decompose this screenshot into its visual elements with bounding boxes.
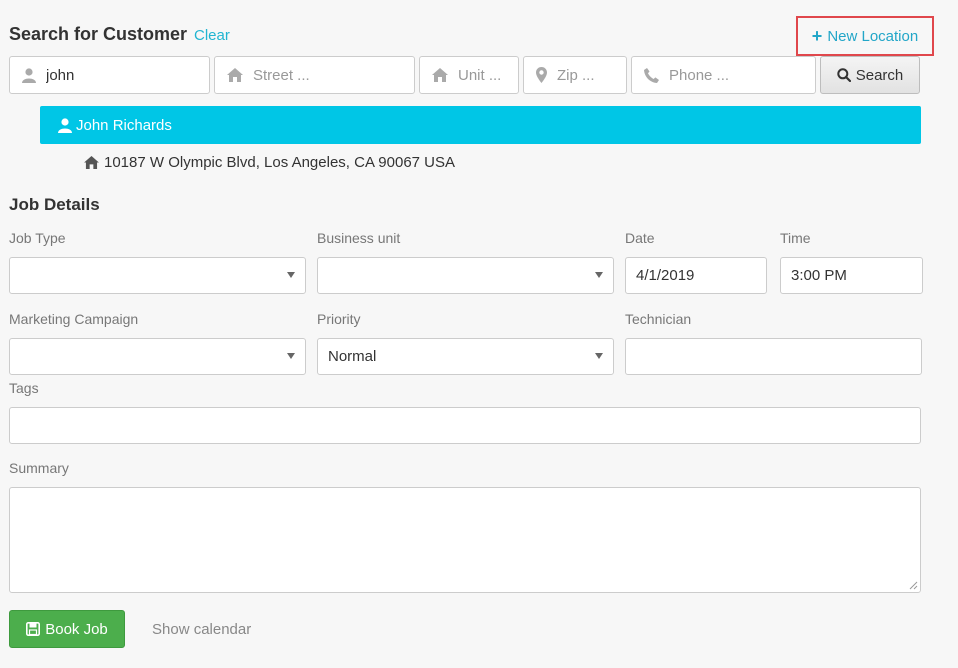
search-title: Search for Customer <box>9 24 188 44</box>
date-value: 4/1/2019 <box>636 267 695 284</box>
home-icon <box>84 156 99 169</box>
search-button-label: Search <box>855 66 904 84</box>
home-icon <box>227 67 243 83</box>
priority-select[interactable]: Normal <box>317 338 614 375</box>
street-field[interactable] <box>214 56 415 94</box>
home-icon <box>432 67 448 83</box>
save-icon <box>26 622 41 636</box>
customer-name-field[interactable] <box>9 56 210 94</box>
user-icon <box>58 117 72 133</box>
address-text: 10187 W Olympic Blvd, Los Angeles, CA 90… <box>104 154 456 171</box>
time-value: 3:00 PM <box>791 267 847 284</box>
job-details-title: Job Details <box>9 195 100 214</box>
customer-address[interactable]: 10187 W Olympic Blvd, Los Angeles, CA 90… <box>84 154 455 171</box>
zip-field[interactable] <box>523 56 627 94</box>
new-location-link[interactable]: + New Location <box>796 16 934 56</box>
phone-icon <box>644 67 659 83</box>
caret-down-icon <box>595 353 603 359</box>
customer-result-item[interactable]: John Richards <box>40 106 921 144</box>
search-button[interactable]: Search <box>820 56 920 94</box>
marketing-campaign-label: Marketing Campaign <box>9 311 139 327</box>
book-job-label: Book Job <box>45 620 108 638</box>
job-type-select[interactable] <box>9 257 306 294</box>
priority-label: Priority <box>317 311 361 327</box>
phone-input[interactable] <box>669 66 815 84</box>
user-icon <box>22 67 36 83</box>
caret-down-icon <box>595 272 603 278</box>
plus-icon: + <box>811 26 823 46</box>
customer-name: John Richards <box>76 116 172 134</box>
technician-label: Technician <box>625 311 692 327</box>
summary-textarea[interactable] <box>9 487 921 593</box>
job-type-label: Job Type <box>9 230 66 246</box>
caret-down-icon <box>287 353 295 359</box>
unit-field[interactable] <box>419 56 519 94</box>
new-location-label: New Location <box>827 27 919 45</box>
resize-grip-icon[interactable] <box>908 580 918 590</box>
customer-name-input[interactable] <box>46 66 209 84</box>
marketing-campaign-select[interactable] <box>9 338 306 375</box>
map-marker-icon <box>536 67 547 83</box>
date-field[interactable]: 4/1/2019 <box>625 257 767 294</box>
unit-input[interactable] <box>458 66 518 84</box>
time-field[interactable]: 3:00 PM <box>780 257 923 294</box>
caret-down-icon <box>287 272 295 278</box>
phone-field[interactable] <box>631 56 816 94</box>
book-job-button[interactable]: Book Job <box>9 610 125 648</box>
show-calendar-link[interactable]: Show calendar <box>152 621 251 638</box>
summary-label: Summary <box>9 460 69 476</box>
priority-value: Normal <box>328 348 377 365</box>
date-label: Date <box>625 230 655 246</box>
business-unit-select[interactable] <box>317 257 614 294</box>
clear-link[interactable]: Clear <box>194 27 230 44</box>
street-input[interactable] <box>253 66 414 84</box>
tags-field[interactable] <box>9 407 921 444</box>
tags-label: Tags <box>9 380 39 396</box>
zip-input[interactable] <box>557 66 626 84</box>
business-unit-label: Business unit <box>317 230 401 246</box>
search-icon <box>837 68 851 82</box>
technician-field[interactable] <box>625 338 922 375</box>
time-label: Time <box>780 230 811 246</box>
